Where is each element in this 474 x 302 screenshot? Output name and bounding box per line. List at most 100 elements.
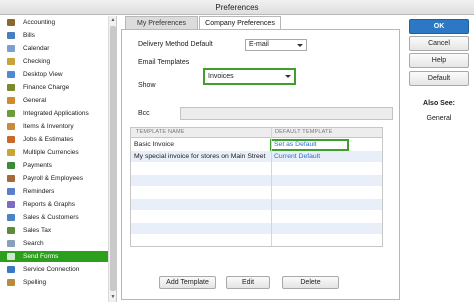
show-templates-value: Invoices: [208, 73, 234, 80]
search-icon: [7, 240, 15, 247]
sidebar-item-jobs-estimates[interactable]: Jobs & Estimates: [0, 134, 108, 145]
table-row-empty: [131, 163, 382, 174]
table-header: TEMPLATE NAME DEFAULT TEMPLATE: [131, 128, 382, 138]
company-preferences-panel: Delivery Method Default E-mail Email Tem…: [121, 29, 400, 300]
tab-my-preferences[interactable]: My Preferences: [125, 16, 198, 29]
dialog-actions: OK Cancel Help Default Also See: General: [404, 16, 474, 302]
show-label: Show: [138, 82, 156, 89]
email-templates-label: Email Templates: [138, 59, 190, 66]
sidebar-item-label: Search: [23, 240, 44, 247]
sidebar-item-label: Reminders: [23, 188, 55, 195]
service-connection-icon: [7, 266, 15, 273]
sidebar-item-items-inventory[interactable]: Items & Inventory: [0, 121, 108, 132]
column-divider: [271, 128, 272, 246]
chevron-down-icon: [285, 75, 291, 78]
sidebar-item-label: Calendar: [23, 45, 50, 52]
delete-button[interactable]: Delete: [282, 276, 339, 289]
sidebar-item-checking[interactable]: Checking: [0, 56, 108, 67]
scroll-thumb[interactable]: [110, 26, 116, 291]
calendar-icon: [7, 45, 15, 52]
sidebar-item-label: Checking: [23, 58, 51, 65]
sidebar-item-desktop-view[interactable]: Desktop View: [0, 69, 108, 80]
desktop-view-icon: [7, 71, 15, 78]
table-row[interactable]: My special invoice for stores on Main St…: [131, 151, 382, 162]
sidebar-item-label: Multiple Currencies: [23, 149, 79, 156]
scroll-down-arrow-icon[interactable]: ▼: [109, 293, 116, 302]
sidebar-item-label: Items & Inventory: [23, 123, 74, 130]
sidebar-item-accounting[interactable]: Accounting: [0, 17, 108, 28]
finance-charge-icon: [7, 84, 15, 91]
sidebar-item-reminders[interactable]: Reminders: [0, 186, 108, 197]
preferences-sidebar: Accounting Bills Calendar Checking Deskt…: [0, 16, 117, 302]
sidebar-item-label: Send Forms: [23, 253, 59, 260]
sidebar-item-spelling[interactable]: Spelling: [0, 277, 108, 288]
scroll-up-arrow-icon[interactable]: ▲: [109, 16, 116, 25]
multiple-currencies-icon: [7, 149, 15, 156]
sidebar-item-label: Service Connection: [23, 266, 80, 273]
spelling-icon: [7, 279, 15, 286]
table-row-empty: [131, 211, 382, 222]
sidebar-item-integrated-applications[interactable]: Integrated Applications: [0, 108, 108, 119]
sidebar-item-general[interactable]: General: [0, 95, 108, 106]
sales-customers-icon: [7, 214, 15, 221]
bcc-input[interactable]: [180, 107, 393, 120]
default-button[interactable]: Default: [409, 71, 469, 86]
also-see-label: Also See:: [423, 100, 455, 107]
table-row-empty: [131, 175, 382, 186]
sidebar-item-label: Accounting: [23, 19, 56, 26]
delivery-method-select[interactable]: E-mail: [245, 39, 307, 51]
bcc-label: Bcc: [138, 110, 150, 117]
sales-tax-icon: [7, 227, 15, 234]
also-see-general-link[interactable]: General: [404, 115, 474, 122]
column-header-default-template[interactable]: DEFAULT TEMPLATE: [275, 129, 333, 135]
checking-icon: [7, 58, 15, 65]
sidebar-item-sales-customers[interactable]: Sales & Customers: [0, 212, 108, 223]
general-icon: [7, 97, 15, 104]
ok-button[interactable]: OK: [409, 19, 469, 34]
sidebar-item-label: Sales & Customers: [23, 214, 79, 221]
sidebar-item-finance-charge[interactable]: Finance Charge: [0, 82, 108, 93]
sidebar-item-label: Spelling: [23, 279, 47, 286]
integrated-applications-icon: [7, 110, 15, 117]
current-default-label: Current Default: [274, 153, 321, 160]
bills-icon: [7, 32, 15, 39]
accounting-icon: [7, 19, 15, 26]
jobs-estimates-icon: [7, 136, 15, 143]
help-button[interactable]: Help: [409, 53, 469, 68]
sidebar-item-label: Integrated Applications: [23, 110, 89, 117]
sidebar-item-payroll-employees[interactable]: Payroll & Employees: [0, 173, 108, 184]
set-as-default-highlight: [270, 139, 349, 151]
add-template-button[interactable]: Add Template: [159, 276, 216, 289]
template-name-cell: Basic Invoice: [134, 141, 175, 148]
show-templates-select[interactable]: Invoices: [203, 68, 296, 85]
tab-company-preferences[interactable]: Company Preferences: [199, 16, 281, 30]
sidebar-item-label: Desktop View: [23, 71, 63, 78]
sidebar-item-label: Finance Charge: [23, 84, 70, 91]
sidebar-item-payments[interactable]: Payments: [0, 160, 108, 171]
sidebar-item-bills[interactable]: Bills: [0, 30, 108, 41]
sidebar-item-reports-graphs[interactable]: Reports & Graphs: [0, 199, 108, 210]
sidebar-item-label: Jobs & Estimates: [23, 136, 74, 143]
chevron-down-icon: [297, 44, 303, 47]
sidebar-item-sales-tax[interactable]: Sales Tax: [0, 225, 108, 236]
sidebar-scrollbar[interactable]: ▲ ▼: [108, 16, 116, 302]
sidebar-item-label: General: [23, 97, 47, 104]
items-inventory-icon: [7, 123, 15, 130]
sidebar-item-label: Sales Tax: [23, 227, 52, 234]
cancel-button[interactable]: Cancel: [409, 36, 469, 51]
reports-graphs-icon: [7, 201, 15, 208]
sidebar-item-calendar[interactable]: Calendar: [0, 43, 108, 54]
sidebar-item-send-forms[interactable]: Send Forms: [0, 251, 108, 262]
template-name-cell: My special invoice for stores on Main St…: [134, 153, 266, 160]
window-title: Preferences: [0, 0, 474, 15]
edit-button[interactable]: Edit: [226, 276, 270, 289]
sidebar-item-search[interactable]: Search: [0, 238, 108, 249]
sidebar-item-label: Payroll & Employees: [23, 175, 83, 182]
table-row-empty: [131, 187, 382, 198]
column-header-template-name[interactable]: TEMPLATE NAME: [136, 129, 185, 135]
delivery-method-label: Delivery Method Default: [138, 41, 213, 48]
table-row-empty: [131, 223, 382, 234]
sidebar-item-label: Reports & Graphs: [23, 201, 76, 208]
sidebar-item-service-connection[interactable]: Service Connection: [0, 264, 108, 275]
sidebar-item-multiple-currencies[interactable]: Multiple Currencies: [0, 147, 108, 158]
